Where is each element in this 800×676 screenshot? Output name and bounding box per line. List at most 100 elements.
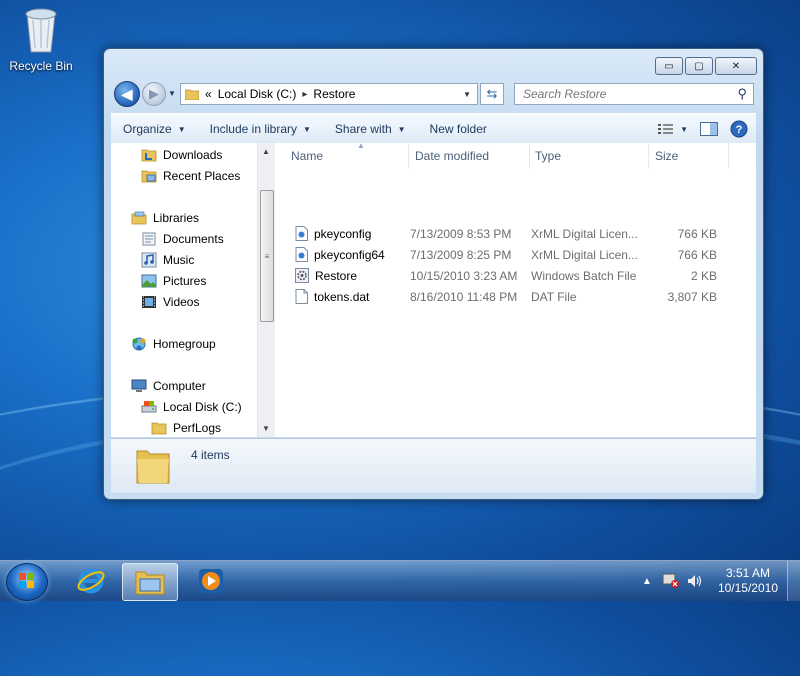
file-name: pkeyconfig64 (314, 247, 385, 262)
navigation-pane: Downloads Recent Places Libraries Docume… (111, 143, 257, 437)
sort-ascending-icon: ▲ (357, 141, 365, 150)
nav-label-videos: Videos (163, 295, 200, 309)
nav-label-libraries: Libraries (153, 211, 200, 225)
table-row[interactable]: pkeyconfig 7/13/2009 8:53 PM XrML Digita… (275, 223, 745, 244)
recycle-bin-shortcut[interactable]: Recycle Bin (6, 6, 76, 73)
search-input[interactable] (521, 86, 725, 102)
navigation-row: ◀ ▶ ▼ « Local Disk (C:) ▸ Restore ▼ ⇆ ⚲ (112, 81, 755, 109)
breadcrumb-restore[interactable]: Restore (313, 87, 355, 101)
column-type-label: Type (535, 149, 562, 163)
nav-item-downloads[interactable]: Downloads (141, 147, 222, 163)
include-in-library-menu[interactable]: Include in library ▼ (198, 122, 323, 136)
nav-item-documents[interactable]: Documents (141, 231, 224, 247)
volume-icon[interactable] (686, 573, 704, 589)
nav-item-recent-places[interactable]: Recent Places (141, 168, 240, 184)
action-center-icon[interactable] (662, 573, 680, 589)
file-type: XrML Digital Licen... (531, 247, 638, 262)
svg-text:?: ? (736, 124, 743, 136)
scroll-down-icon[interactable]: ▼ (262, 424, 270, 433)
file-size: 766 KB (677, 247, 717, 262)
column-header-name[interactable]: ▲ Name (291, 141, 409, 169)
taskbar-explorer[interactable] (122, 563, 178, 601)
nav-label-computer: Computer (153, 379, 206, 393)
address-dropdown-icon[interactable]: ▼ (463, 90, 471, 99)
chevron-down-icon: ▼ (177, 124, 186, 134)
nav-label-recent-places: Recent Places (163, 169, 241, 183)
taskbar-internet-explorer[interactable] (64, 563, 118, 599)
libraries-icon (131, 211, 147, 225)
minimize-button[interactable]: ▭ (655, 57, 683, 75)
nav-item-videos[interactable]: Videos (141, 294, 199, 310)
nav-label-pictures: Pictures (163, 274, 207, 288)
videos-icon (142, 296, 156, 308)
nav-label-homegroup: Homegroup (153, 337, 216, 351)
table-row[interactable]: tokens.dat 8/16/2010 11:48 PM DAT File 3… (275, 286, 745, 307)
computer-icon (131, 379, 147, 392)
nav-item-computer[interactable]: Computer (131, 378, 206, 394)
show-hidden-icons[interactable]: ▲ (642, 576, 652, 587)
preview-pane-icon[interactable] (700, 122, 718, 136)
xrml-icon (295, 247, 308, 262)
new-folder-button[interactable]: New folder (418, 122, 499, 136)
chevron-down-icon: ▼ (397, 124, 406, 134)
xrml-icon (295, 226, 308, 241)
help-icon[interactable]: ? (730, 120, 748, 138)
column-header-type[interactable]: Type (535, 143, 647, 169)
nav-item-music[interactable]: Music (141, 252, 194, 268)
file-name: Restore (315, 268, 358, 283)
nav-label-documents: Documents (163, 232, 224, 246)
close-button[interactable]: ✕ (715, 57, 757, 75)
share-with-menu[interactable]: Share with ▼ (323, 122, 418, 136)
column-header-date[interactable]: Date modified (415, 143, 527, 169)
organize-label: Organize (123, 122, 172, 136)
address-overflow[interactable]: « (205, 87, 212, 101)
nav-item-local-disk[interactable]: Local Disk (C:) (141, 399, 242, 415)
downloads-folder-icon (141, 149, 157, 162)
windows-logo-icon (19, 573, 34, 588)
nav-item-pictures[interactable]: Pictures (141, 273, 206, 289)
file-list: ▲ Name Date modified Type Size pkeyconfi… (275, 141, 756, 437)
file-icon (295, 289, 308, 304)
forward-arrow-icon: ▶ (149, 86, 159, 101)
forward-button[interactable]: ▶ (142, 82, 166, 106)
address-bar[interactable]: « Local Disk (C:) ▸ Restore ▼ (180, 83, 478, 105)
drive-icon (141, 401, 157, 413)
refresh-button[interactable]: ⇆ (480, 83, 504, 105)
file-name: tokens.dat (314, 289, 370, 304)
content-area: Downloads Recent Places Libraries Docume… (111, 141, 756, 437)
table-row[interactable]: pkeyconfig64 7/13/2009 8:25 PM XrML Digi… (275, 244, 745, 265)
view-icon (658, 124, 674, 134)
details-pane: 4 items (111, 438, 756, 493)
file-size: 2 KB (690, 268, 717, 283)
nav-scrollbar[interactable]: ▲ ≡ ▼ (257, 143, 275, 437)
nav-item-perflogs[interactable]: PerfLogs (151, 420, 221, 436)
column-name-label: Name (291, 149, 324, 163)
breadcrumb-chevron-icon[interactable]: ▸ (302, 89, 307, 100)
file-date: 7/13/2009 8:53 PM (410, 226, 512, 241)
explorer-window: ▭ ▢ ✕ ◀ ▶ ▼ « Local Disk (C:) ▸ Restore … (103, 48, 764, 500)
table-row[interactable]: Restore 10/15/2010 3:23 AM Windows Batch… (275, 265, 745, 286)
organize-menu[interactable]: Organize ▼ (111, 122, 198, 136)
refresh-icon: ⇆ (486, 86, 498, 101)
nav-item-libraries[interactable]: Libraries (131, 210, 199, 226)
homegroup-icon (132, 337, 146, 351)
clock-time: 3:51 AM (725, 566, 770, 580)
recent-pages-dropdown[interactable]: ▼ (168, 89, 176, 98)
column-header-size[interactable]: Size (655, 143, 725, 169)
clock[interactable]: 3:51 AM 10/15/2010 (718, 566, 778, 596)
start-button[interactable] (6, 563, 48, 601)
taskbar-media-player[interactable] (184, 563, 238, 599)
scroll-up-icon[interactable]: ▲ (262, 147, 270, 156)
view-dropdown-icon: ▼ (680, 124, 688, 134)
share-with-label: Share with (334, 122, 392, 136)
file-size: 766 KB (677, 226, 717, 241)
scroll-thumb[interactable]: ≡ (260, 190, 274, 322)
change-view-button[interactable]: ▼ (658, 123, 688, 135)
maximize-button[interactable]: ▢ (685, 57, 713, 75)
file-date: 10/15/2010 3:23 AM (410, 268, 518, 283)
nav-item-homegroup[interactable]: Homegroup (131, 336, 216, 352)
search-icon[interactable]: ⚲ (737, 86, 747, 102)
show-desktop-button[interactable] (787, 561, 800, 601)
breadcrumb-local-disk[interactable]: Local Disk (C:) (218, 87, 297, 101)
back-button[interactable]: ◀ (114, 81, 140, 107)
